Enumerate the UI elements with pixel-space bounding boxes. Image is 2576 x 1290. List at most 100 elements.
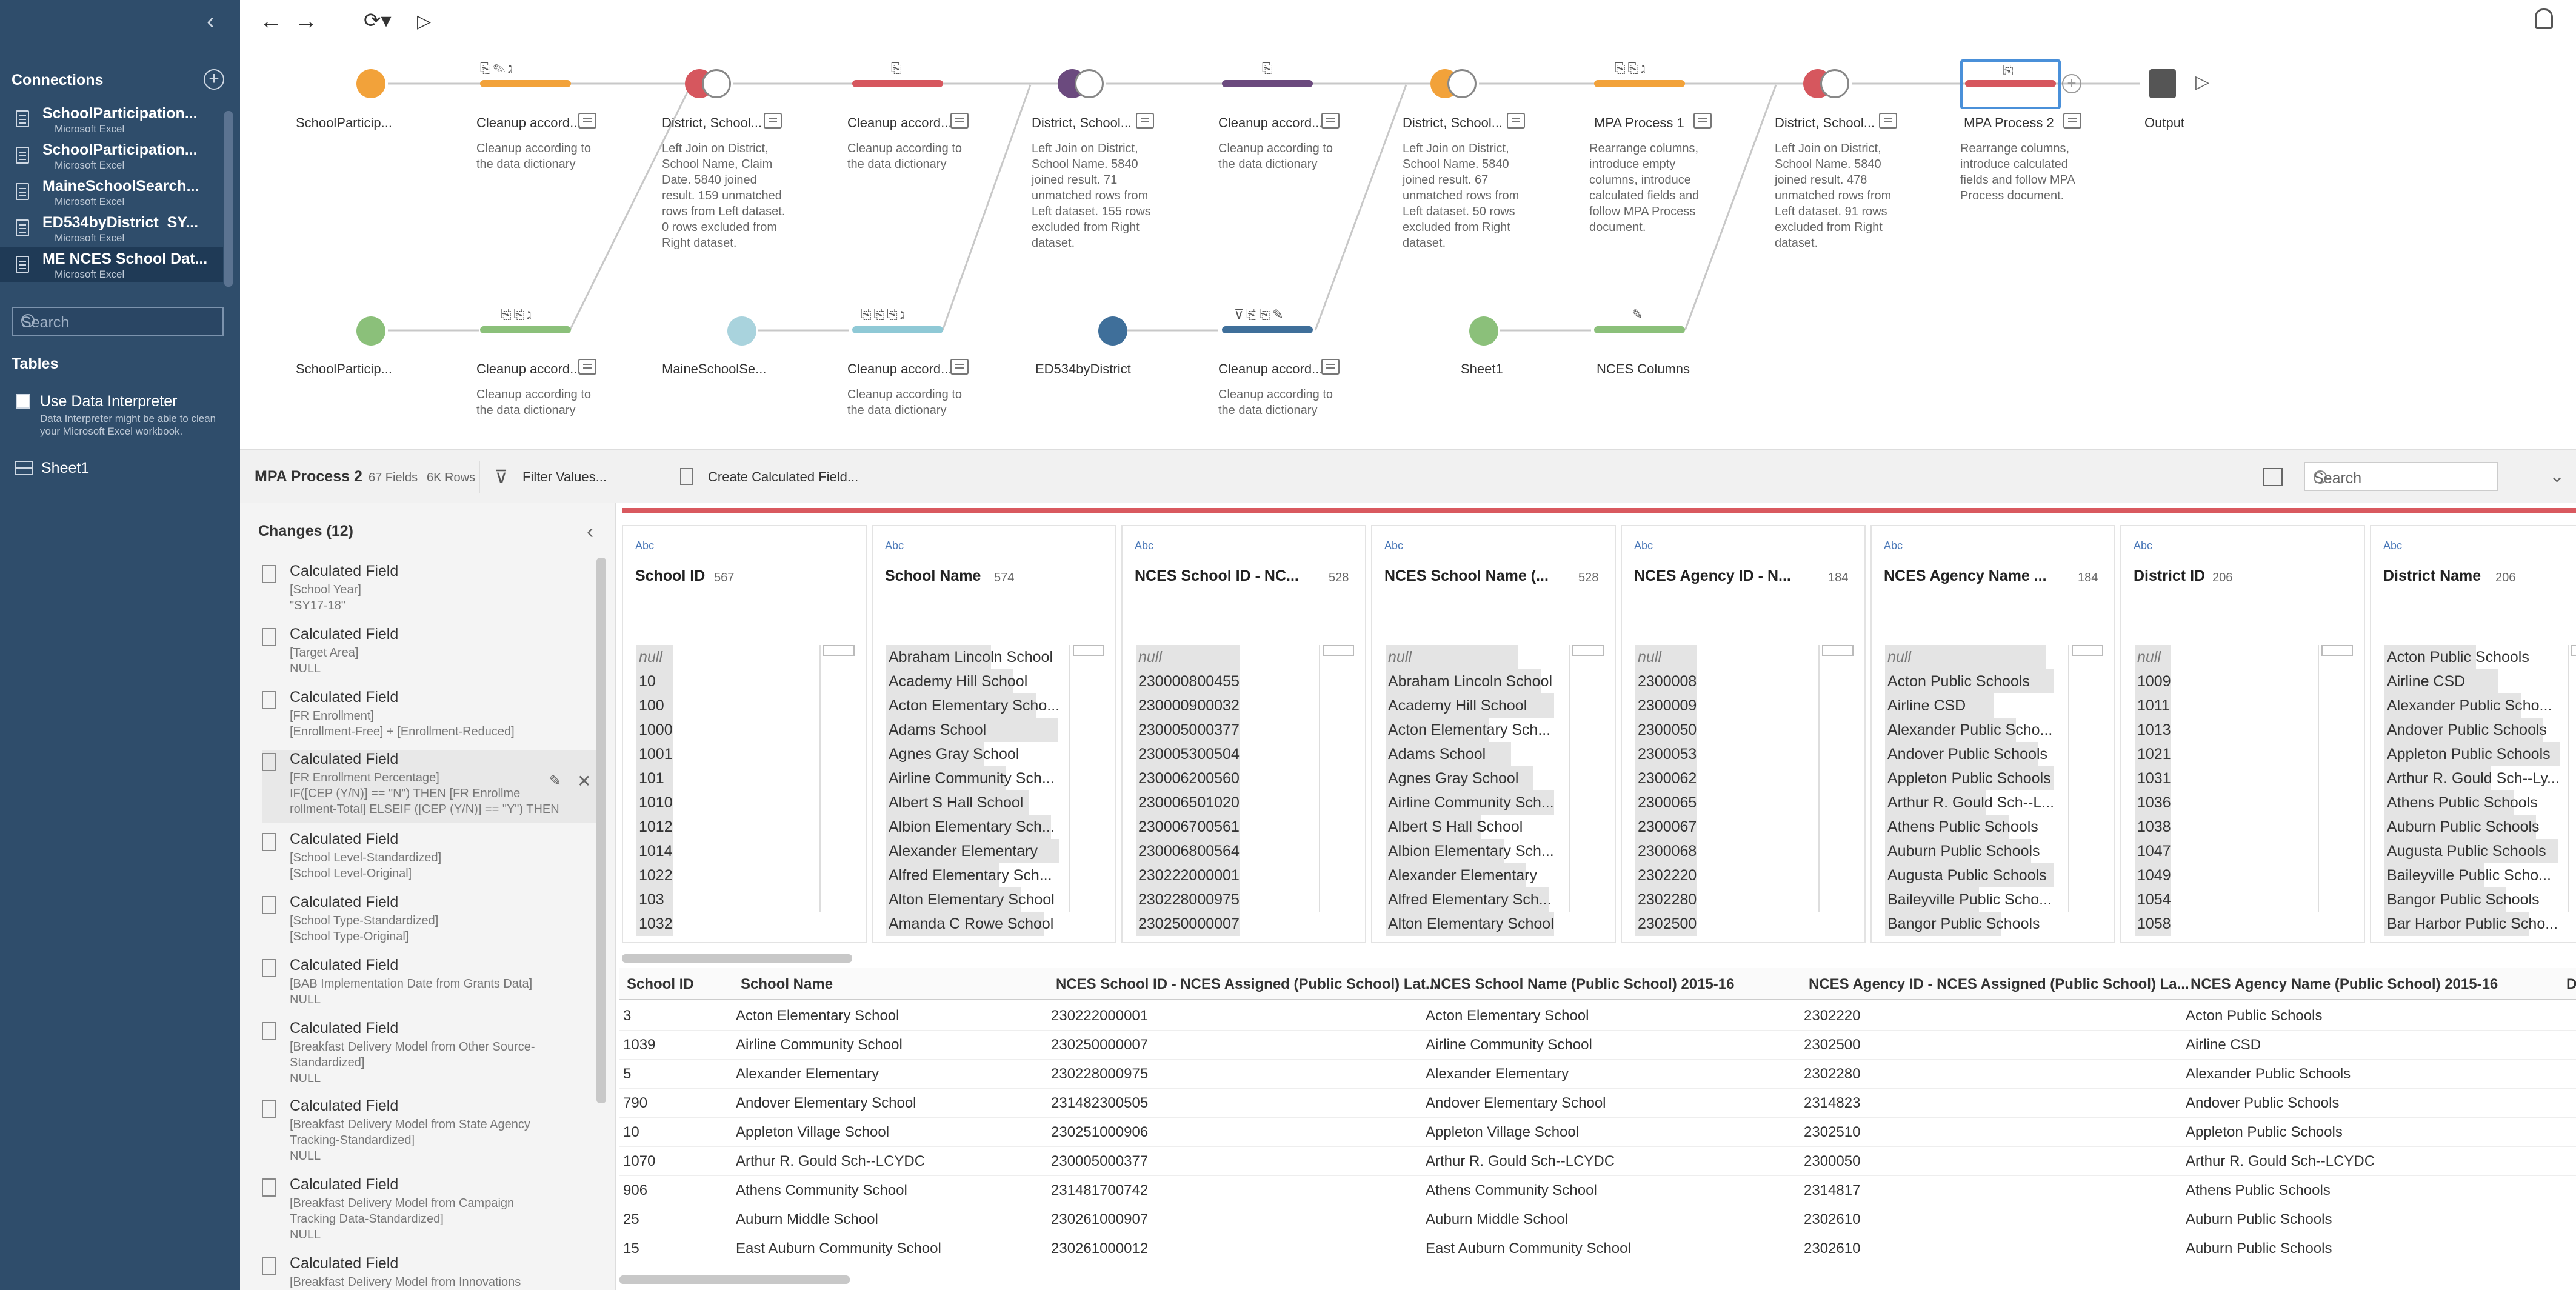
- value-item[interactable]: 230250000007: [1136, 912, 1240, 936]
- value-item[interactable]: Augusta Public Schools: [2384, 839, 2560, 863]
- table-row[interactable]: 790 Andover Elementary School 231482300505…: [619, 1089, 2576, 1118]
- value-item[interactable]: 2300008: [1635, 669, 1697, 693]
- input-node-icon[interactable]: [1098, 316, 1127, 346]
- distribution-scrollbar[interactable]: [1569, 645, 1604, 912]
- join-node[interactable]: [685, 69, 733, 98]
- distribution-scrollbar[interactable]: [2318, 645, 2353, 912]
- layout-toggle-icon[interactable]: [2263, 468, 2283, 486]
- value-item[interactable]: Auburn Public Schools: [1885, 839, 2055, 863]
- value-item[interactable]: 230222000001: [1136, 863, 1240, 887]
- value-item[interactable]: Acton Elementary Scho...: [886, 693, 1060, 718]
- value-item[interactable]: Bangor Public Schools: [2384, 887, 2560, 912]
- value-item[interactable]: Alexander Elementary: [886, 839, 1060, 863]
- value-item[interactable]: Alton Elementary School: [1386, 912, 1554, 936]
- clean-step-node[interactable]: [480, 80, 571, 87]
- profile-card[interactable]: Abc School ID 567 null 10 100 1000 1001 101 1010 1…: [622, 525, 867, 943]
- value-item[interactable]: 2300062: [1635, 766, 1697, 790]
- filter-values-button[interactable]: ⊽ Filter Values...: [495, 467, 607, 487]
- value-item[interactable]: Abraham Lincoln School: [886, 645, 1060, 669]
- value-item[interactable]: 230006700561: [1136, 815, 1240, 839]
- value-item[interactable]: null: [1386, 645, 1554, 669]
- comment-icon[interactable]: [1507, 113, 1525, 129]
- value-item[interactable]: Athens Public Schools: [2384, 790, 2560, 815]
- grid-column-header[interactable]: NCES School ID - NCES Assigned (Public S…: [1056, 976, 1438, 993]
- clean-step-node[interactable]: [1594, 80, 1685, 87]
- value-item[interactable]: Appleton Public Schools: [1885, 766, 2055, 790]
- value-item[interactable]: 1001: [636, 742, 673, 766]
- value-item[interactable]: 1009: [2135, 669, 2171, 693]
- value-item[interactable]: 1013: [2135, 718, 2171, 742]
- value-item[interactable]: Adams School: [1386, 742, 1554, 766]
- value-item[interactable]: Albert S Hall School: [1386, 815, 1554, 839]
- value-item[interactable]: 1000: [636, 718, 673, 742]
- value-item[interactable]: Bar Harbor Public Scho...: [2384, 912, 2560, 936]
- value-item[interactable]: Alexander Elementary: [1386, 863, 1554, 887]
- value-item[interactable]: null: [2135, 645, 2171, 669]
- table-row[interactable]: 1039 Airline Community School 230250000007…: [619, 1031, 2576, 1060]
- value-item[interactable]: Augusta Public Schools: [1885, 863, 2055, 887]
- comment-icon[interactable]: [2063, 113, 2081, 129]
- value-item[interactable]: Baileyville Public Scho...: [1885, 887, 2055, 912]
- value-item[interactable]: 100: [636, 693, 673, 718]
- chevron-down-icon[interactable]: ⌄: [2549, 466, 2564, 487]
- profile-card[interactable]: Abc District Name 206 Acton Public Schools A…: [2370, 525, 2576, 943]
- change-item-hovered[interactable]: Calculated Field [FR Enrollment Percentag…: [262, 750, 601, 823]
- value-item[interactable]: 1049: [2135, 863, 2171, 887]
- value-item[interactable]: Andover Public Schools: [1885, 742, 2055, 766]
- clean-step-node[interactable]: [852, 80, 943, 87]
- value-item[interactable]: 1036: [2135, 790, 2171, 815]
- grid-column-header[interactable]: NCES Agency Name (Public School) 2015-16: [2191, 976, 2498, 993]
- value-item[interactable]: Andover Public Schools: [2384, 718, 2560, 742]
- table-row[interactable]: 3 Acton Elementary School 230222000001 Acto…: [619, 1001, 2576, 1031]
- value-item[interactable]: Alfred Elementary Sch...: [1386, 887, 1554, 912]
- value-item[interactable]: Alton Elementary School: [886, 887, 1060, 912]
- value-item[interactable]: Albion Elementary Sch...: [1386, 839, 1554, 863]
- value-item[interactable]: 1058: [2135, 912, 2171, 936]
- value-item[interactable]: Baileyville Public Scho...: [2384, 863, 2560, 887]
- comment-icon[interactable]: [950, 113, 969, 129]
- value-item[interactable]: 1038: [2135, 815, 2171, 839]
- value-item[interactable]: 230000900032: [1136, 693, 1240, 718]
- comment-icon[interactable]: [1879, 113, 1897, 129]
- value-item[interactable]: 230006200560: [1136, 766, 1240, 790]
- value-item[interactable]: Appleton Public Schools: [2384, 742, 2560, 766]
- value-item[interactable]: 2300065: [1635, 790, 1697, 815]
- create-calculated-field-button[interactable]: Create Calculated Field...: [680, 468, 858, 485]
- clean-step-node[interactable]: [1594, 326, 1685, 333]
- value-item[interactable]: 1021: [2135, 742, 2171, 766]
- delete-icon[interactable]: ✕: [577, 771, 592, 791]
- value-item[interactable]: Auburn Public Schools: [2384, 815, 2560, 839]
- value-item[interactable]: 1012: [636, 815, 673, 839]
- table-row[interactable]: 25 Auburn Middle School 230261000907 Auburn…: [619, 1205, 2576, 1234]
- value-item[interactable]: Agnes Gray School: [1386, 766, 1554, 790]
- distribution-scrollbar[interactable]: [1069, 645, 1104, 912]
- clean-step-node[interactable]: [480, 326, 571, 333]
- value-item[interactable]: null: [1136, 645, 1240, 669]
- grid-column-header[interactable]: D: [2566, 976, 2576, 993]
- value-item[interactable]: 1011: [2135, 693, 2171, 718]
- join-node[interactable]: [1430, 69, 1479, 98]
- value-item[interactable]: 1014: [636, 839, 673, 863]
- profile-card[interactable]: Abc School Name 574 Abraham Lincoln School A…: [872, 525, 1116, 943]
- value-item[interactable]: Airline CSD: [2384, 669, 2560, 693]
- profile-card[interactable]: Abc NCES Agency Name ... 184 null Acton Publ…: [1870, 525, 2115, 943]
- value-item[interactable]: Airline CSD: [1885, 693, 2055, 718]
- clean-step-node[interactable]: [1222, 80, 1313, 87]
- value-item[interactable]: 230005000377: [1136, 718, 1240, 742]
- value-item[interactable]: Academy Hill School: [886, 669, 1060, 693]
- grid-horizontal-scrollbar[interactable]: [619, 1275, 850, 1284]
- value-item[interactable]: Abraham Lincoln School: [1386, 669, 1554, 693]
- distribution-scrollbar[interactable]: [1319, 645, 1354, 912]
- add-step-icon[interactable]: +: [2062, 74, 2081, 93]
- input-node-icon[interactable]: [1469, 316, 1498, 346]
- value-item[interactable]: 1032: [636, 912, 673, 936]
- value-item[interactable]: Amanda C Rowe School: [886, 912, 1060, 936]
- value-item[interactable]: Alexander Public Scho...: [2384, 693, 2560, 718]
- value-item[interactable]: null: [636, 645, 673, 669]
- value-item[interactable]: 1047: [2135, 839, 2171, 863]
- value-item[interactable]: 101: [636, 766, 673, 790]
- comment-icon[interactable]: [1693, 113, 1712, 129]
- comment-icon[interactable]: [1136, 113, 1154, 129]
- clean-step-node[interactable]: [852, 326, 943, 333]
- grid-column-header[interactable]: School Name: [741, 976, 833, 993]
